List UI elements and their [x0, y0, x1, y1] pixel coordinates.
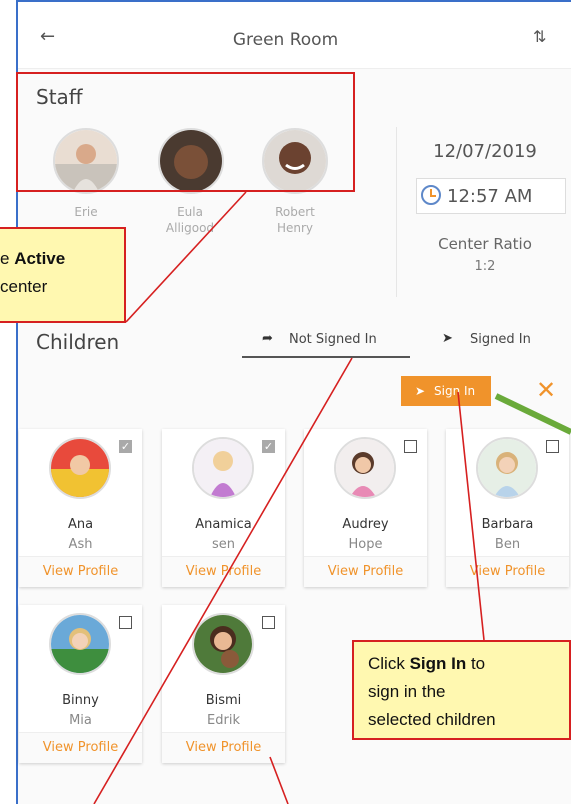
callout-line-signin	[457, 391, 485, 641]
annotation-arrows	[93, 191, 571, 804]
callout-line-staff	[125, 191, 247, 323]
green-pointer-arrow	[494, 393, 571, 435]
callout-line-profile	[269, 756, 289, 804]
callout-line-tab	[93, 357, 353, 804]
